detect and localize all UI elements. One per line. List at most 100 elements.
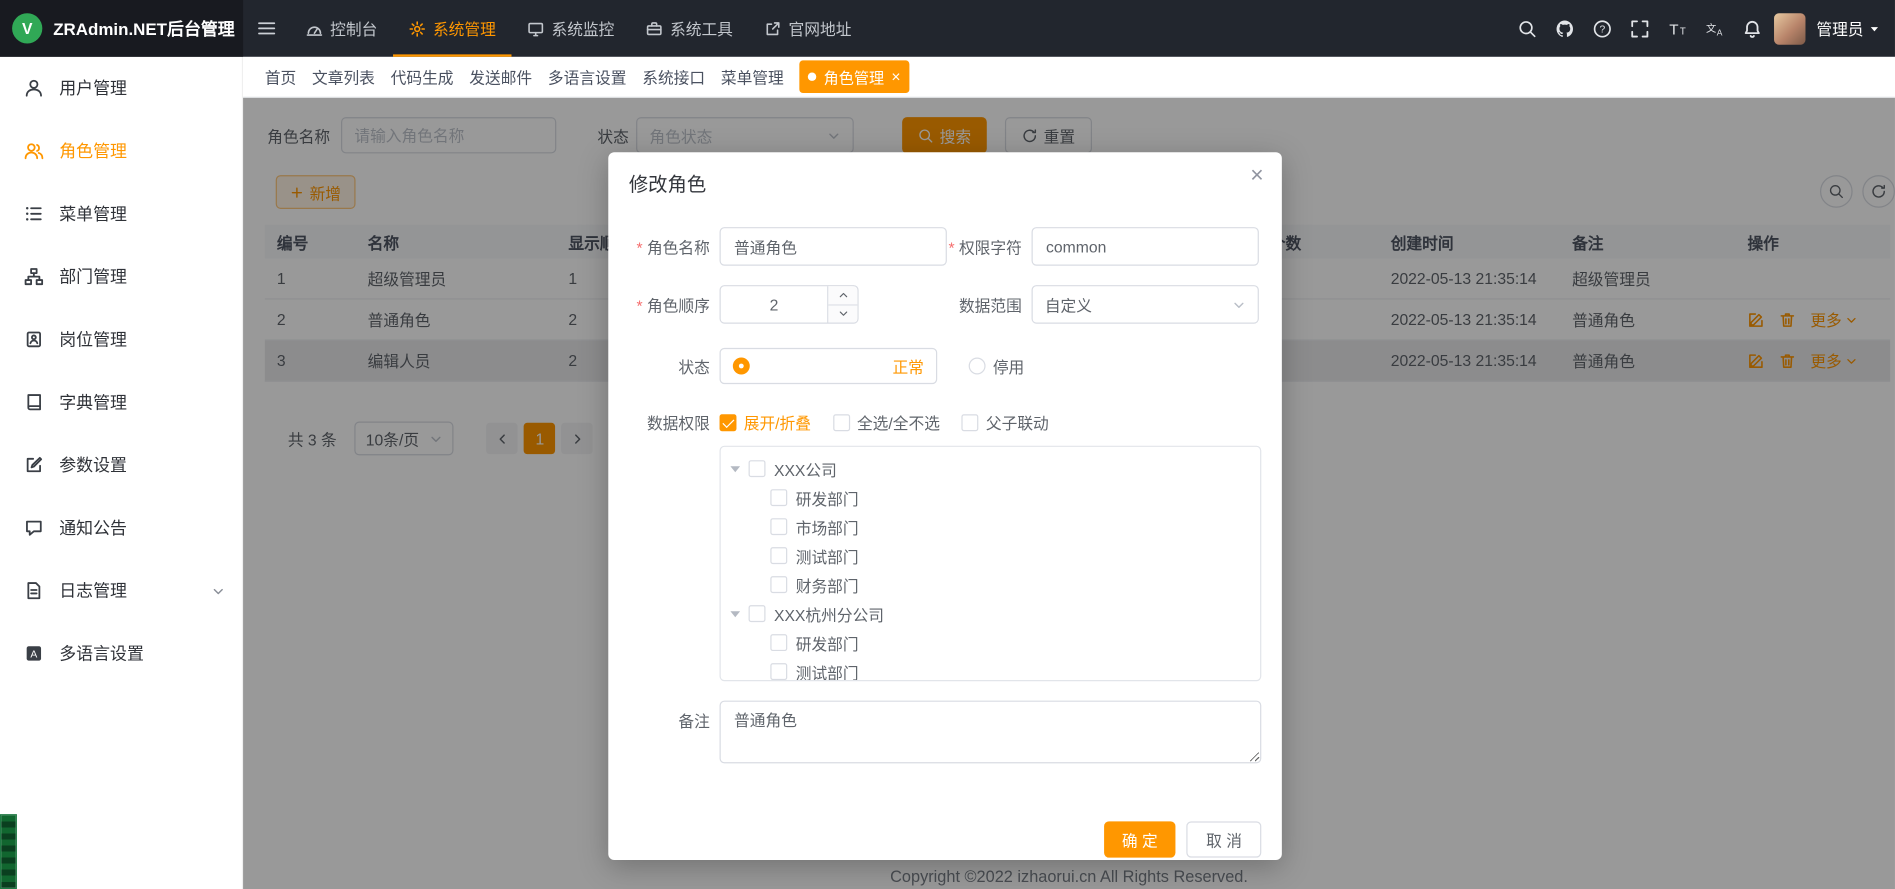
sidebar-item-i18n-settings[interactable]: A 多语言设置	[0, 622, 242, 685]
tab-role-mgmt[interactable]: 角色管理 ×	[799, 60, 909, 93]
help-icon[interactable]: ?	[1587, 13, 1618, 44]
role-name-input[interactable]	[720, 227, 947, 266]
nav-item-system-mgmt[interactable]: 系统管理	[393, 0, 512, 57]
sidebar-item-post-mgmt[interactable]: 岗位管理	[0, 308, 242, 371]
checkbox[interactable]	[770, 518, 787, 535]
select-all-checkbox[interactable]: 全选/全不选	[833, 411, 940, 434]
bell-icon[interactable]	[1737, 13, 1768, 44]
sidebar-item-menu-mgmt[interactable]: 菜单管理	[0, 182, 242, 245]
tab-i18n-settings[interactable]: 多语言设置	[548, 65, 627, 88]
sidebar-item-param-settings[interactable]: 参数设置	[0, 434, 242, 497]
tab-send-email[interactable]: 发送邮件	[469, 65, 532, 88]
nav-label: 官网地址	[789, 17, 852, 40]
language-icon[interactable]: 文A	[1699, 13, 1730, 44]
perm-char-input[interactable]	[1032, 227, 1259, 266]
checkbox[interactable]	[770, 576, 787, 593]
checkbox[interactable]	[770, 547, 787, 564]
font-size-icon[interactable]: TT	[1662, 13, 1693, 44]
toolbox-icon	[646, 20, 663, 37]
tree-node-label[interactable]: 测试部门	[796, 660, 859, 681]
expand-collapse-checkbox[interactable]: 展开/折叠	[720, 411, 811, 434]
tree-node-label[interactable]: 研发部门	[796, 486, 859, 509]
tab-menu-mgmt[interactable]: 菜单管理	[721, 65, 784, 88]
remark-textarea[interactable]	[720, 701, 1262, 764]
document-icon	[24, 581, 43, 600]
tab-code-gen[interactable]: 代码生成	[391, 65, 454, 88]
tree-node[interactable]: 研发部门	[721, 483, 1260, 512]
tree-node-label[interactable]: XXX公司	[774, 457, 837, 480]
close-icon[interactable]: ×	[1250, 163, 1263, 190]
top-header: V ZRAdmin.NET后台管理 控制台 系统管理 系统监控 系统工具	[0, 0, 1895, 57]
checkbox[interactable]	[770, 634, 787, 651]
tree-node[interactable]: 测试部门	[721, 541, 1260, 570]
tree-node-label[interactable]: 测试部门	[796, 544, 859, 567]
active-tab-dot	[808, 72, 816, 80]
close-icon[interactable]: ×	[891, 69, 900, 85]
sidebar-item-role-mgmt[interactable]: 角色管理	[0, 120, 242, 183]
role-order-stepper[interactable]: 2	[720, 285, 859, 324]
caret-down-icon[interactable]	[730, 466, 740, 472]
app-title: ZRAdmin.NET后台管理	[53, 16, 235, 40]
sidebar-item-log-mgmt[interactable]: 日志管理	[0, 559, 242, 622]
roles-icon	[24, 141, 43, 160]
sidebar-item-label: 岗位管理	[59, 327, 127, 351]
sidebar-item-label: 通知公告	[59, 516, 127, 540]
increment-button[interactable]	[828, 286, 857, 305]
svg-text:T: T	[1680, 26, 1686, 37]
tree-node[interactable]: XXX杭州分公司	[721, 599, 1260, 628]
remark-label: 备注	[629, 701, 720, 732]
username: 管理员	[1816, 17, 1863, 40]
tab-home[interactable]: 首页	[265, 65, 296, 88]
search-icon[interactable]	[1512, 13, 1543, 44]
tree-node-label[interactable]: XXX杭州分公司	[774, 602, 884, 625]
data-scope-select[interactable]: 自定义	[1032, 285, 1259, 324]
checkbox[interactable]	[770, 663, 787, 680]
radio-disabled[interactable]: 停用	[969, 355, 1025, 378]
app-logo: V ZRAdmin.NET后台管理	[0, 0, 243, 57]
org-tree-icon	[24, 267, 43, 286]
nav-label: 系统监控	[551, 17, 614, 40]
github-icon[interactable]	[1549, 13, 1580, 44]
nav-item-system-tools[interactable]: 系统工具	[630, 0, 749, 57]
radio-dot	[969, 358, 986, 375]
decrement-button[interactable]	[828, 305, 857, 323]
tree-node[interactable]: 测试部门	[721, 657, 1260, 681]
chevron-down-icon	[837, 308, 848, 319]
status-radio-group: 正常 停用	[720, 348, 1259, 384]
sidebar-item-user-mgmt[interactable]: 用户管理	[0, 57, 242, 120]
tree-node[interactable]: 财务部门	[721, 570, 1260, 599]
tree-node-label[interactable]: 财务部门	[796, 573, 859, 596]
hamburger-menu-icon[interactable]	[243, 0, 290, 57]
svg-text:文: 文	[1706, 21, 1716, 34]
sidebar-item-dict-mgmt[interactable]: 字典管理	[0, 371, 242, 434]
avatar[interactable]	[1774, 13, 1805, 44]
tree-node-label[interactable]: 市场部门	[796, 515, 859, 538]
radio-normal[interactable]: 正常	[720, 348, 938, 384]
parent-child-link-checkbox[interactable]: 父子联动	[962, 411, 1049, 434]
nav-item-system-monitor[interactable]: 系统监控	[512, 0, 631, 57]
caret-down-icon[interactable]	[730, 611, 740, 617]
tree-node[interactable]: XXX公司	[721, 454, 1260, 483]
user-menu[interactable]: 管理员	[1816, 17, 1880, 40]
sidebar-item-dept-mgmt[interactable]: 部门管理	[0, 245, 242, 308]
tab-system-api[interactable]: 系统接口	[642, 65, 705, 88]
role-order-label: 角色顺序	[629, 293, 720, 316]
svg-text:?: ?	[1599, 24, 1605, 35]
fullscreen-icon[interactable]	[1624, 13, 1655, 44]
tree-node[interactable]: 市场部门	[721, 512, 1260, 541]
app: V ZRAdmin.NET后台管理 控制台 系统管理 系统监控 系统工具	[0, 0, 1895, 889]
checkbox[interactable]	[749, 605, 766, 622]
perm-char-label: 权限字符	[947, 235, 1032, 258]
tree-node-label[interactable]: 研发部门	[796, 631, 859, 654]
tree-node[interactable]: 研发部门	[721, 628, 1260, 657]
tab-article-list[interactable]: 文章列表	[312, 65, 375, 88]
confirm-button[interactable]: 确 定	[1104, 821, 1176, 857]
tree-options: 展开/折叠 全选/全不选 父子联动	[720, 411, 1259, 434]
form-row: 备注	[629, 701, 1261, 764]
cancel-button[interactable]: 取 消	[1187, 821, 1262, 857]
nav-item-console[interactable]: 控制台	[290, 0, 393, 57]
checkbox[interactable]	[770, 489, 787, 506]
checkbox[interactable]	[749, 460, 766, 477]
nav-item-official-site[interactable]: 官网地址	[749, 0, 868, 57]
sidebar-item-notice[interactable]: 通知公告	[0, 496, 242, 559]
